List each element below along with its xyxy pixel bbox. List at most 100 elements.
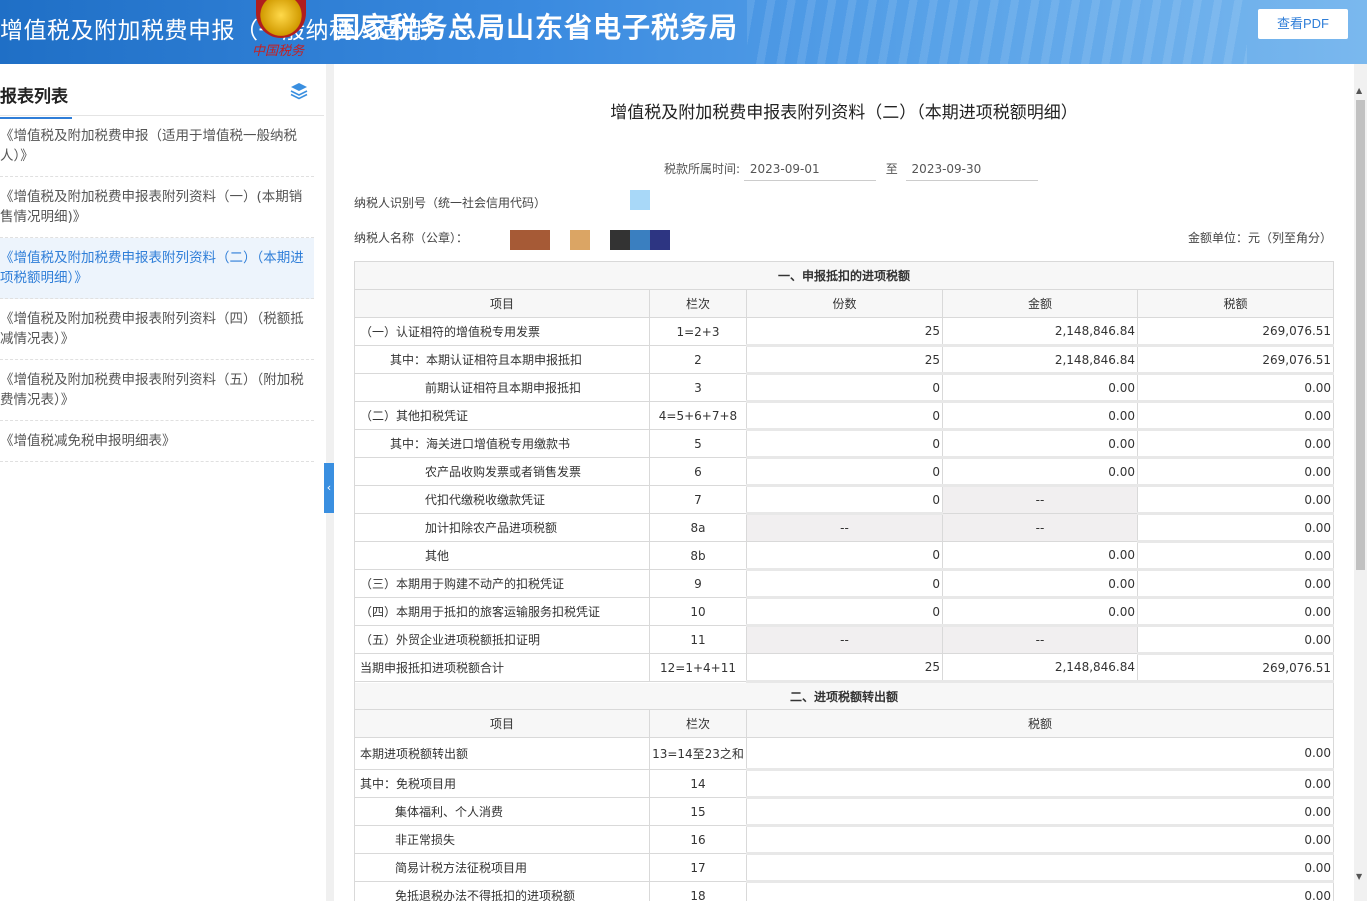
amount-cell[interactable]: 0.00	[942, 401, 1138, 431]
count-cell[interactable]: 0	[746, 373, 943, 403]
amount-cell[interactable]: 0.00	[942, 373, 1138, 403]
table-row: 集体福利、个人消费 15 0.00	[354, 797, 1335, 827]
tax-cell[interactable]: 269,076.51	[1136, 317, 1335, 347]
row-column-no: 13=14至23之和	[649, 737, 747, 770]
row-label: （五）外贸企业进项税额抵扣证明	[354, 625, 650, 654]
tax-cell[interactable]: 0.00	[745, 825, 1335, 855]
tax-cell[interactable]: 269,076.51	[1136, 653, 1335, 683]
report-content: 增值税及附加税费申报表附列资料（二）（本期进项税额明细） 税款所属时间: 202…	[334, 64, 1354, 901]
row-label: （二）其他扣税凭证	[354, 401, 650, 430]
sidebar-item-schedule-5[interactable]: 《增值税及附加税费申报表附列资料（五）（附加税费情况表）》	[0, 360, 314, 421]
amount-cell[interactable]: 0.00	[942, 457, 1138, 487]
row-column-no: 17	[649, 853, 747, 882]
tax-cell[interactable]: 0.00	[745, 881, 1335, 901]
count-cell: --	[746, 625, 943, 654]
row-column-no: 7	[649, 485, 747, 514]
sidebar-item-schedule-1[interactable]: 《增值税及附加税费申报表附列资料（一）(本期销售情况明细)》	[0, 177, 314, 238]
table-row: 其他 8b 0 0.00 0.00	[354, 541, 1335, 571]
sidebar-title: 报表列表	[0, 82, 72, 119]
table-row: 简易计税方法征税项目用 17 0.00	[354, 853, 1335, 883]
amount-cell: --	[942, 625, 1138, 654]
tax-cell[interactable]: 0.00	[1136, 429, 1335, 459]
table-row: （一）认证相符的增值税专用发票 1=2+3 25 2,148,846.84 269,07…	[354, 317, 1335, 347]
count-cell[interactable]: 0	[746, 597, 943, 627]
tax-period: 税款所属时间: 2023-09-01 至 2023-09-30	[664, 160, 1038, 181]
vertical-scrollbar[interactable]: ▲ ▼	[1354, 64, 1367, 901]
table-row: 代扣代缴税收缴款凭证 7 0 -- 0.00	[354, 485, 1335, 515]
count-cell[interactable]: 0	[746, 429, 943, 459]
count-cell[interactable]: 0	[746, 541, 943, 571]
row-column-no: 18	[649, 881, 747, 901]
count-cell[interactable]: 0	[746, 457, 943, 487]
scrollbar-thumb[interactable]	[1356, 100, 1365, 570]
great-wall-background	[747, 0, 1247, 64]
amount-cell[interactable]: 0.00	[942, 541, 1138, 571]
row-label: 免抵退税办法不得抵扣的进项税额	[354, 881, 650, 901]
redacted-taxpayer-id	[630, 190, 650, 210]
count-cell[interactable]: 25	[746, 345, 943, 375]
amount-cell: --	[942, 485, 1138, 514]
sidebar-item-main-return[interactable]: 《增值税及附加税费申报（适用于增值税一般纳税人）》	[0, 116, 314, 177]
table-row: 其中：免税项目用 14 0.00	[354, 769, 1335, 799]
sidebar-item-schedule-4[interactable]: 《增值税及附加税费申报表附列资料（四）（税额抵减情况表）》	[0, 299, 314, 360]
redacted-name-part	[570, 230, 590, 250]
table-row: 项目 栏次 税额	[354, 709, 1335, 738]
period-end-field[interactable]: 2023-09-30	[905, 162, 1038, 181]
amount-cell[interactable]: 0.00	[942, 597, 1138, 627]
tax-cell[interactable]: 0.00	[1136, 485, 1335, 515]
taxpayer-id-label: 纳税人识别号（统一社会信用代码）	[354, 196, 547, 210]
row-label: 其他	[354, 541, 650, 570]
tax-cell[interactable]: 0.00	[1136, 457, 1335, 487]
table-row: 非正常损失 16 0.00	[354, 825, 1335, 855]
table-row: 一、申报抵扣的进项税额	[353, 261, 1335, 290]
count-cell[interactable]: 0	[746, 401, 943, 431]
row-label: 本期进项税额转出额	[354, 737, 650, 770]
amount-cell[interactable]: 0.00	[942, 569, 1138, 599]
period-separator: 至	[885, 162, 898, 176]
input-tax-table: 一、申报抵扣的进项税额 项目 栏次 份数 金额 税额 （一）认证相符的增值税专用发票 1=2+…	[353, 261, 1335, 901]
table-row: （三）本期用于购建不动产的扣税凭证 9 0 0.00 0.00	[354, 569, 1335, 599]
tax-cell[interactable]: 0.00	[745, 853, 1335, 883]
row-column-no: 3	[649, 373, 747, 402]
layers-icon[interactable]	[290, 82, 308, 100]
tax-cell[interactable]: 0.00	[745, 769, 1335, 799]
count-cell[interactable]: 25	[746, 653, 943, 683]
tax-cell[interactable]: 0.00	[1136, 373, 1335, 403]
count-cell[interactable]: 0	[746, 485, 943, 515]
period-start-field[interactable]: 2023-09-01	[743, 162, 876, 181]
scroll-down-icon[interactable]: ▼	[1356, 872, 1362, 881]
row-label: 代扣代缴税收缴款凭证	[354, 485, 650, 514]
row-column-no: 15	[649, 797, 747, 826]
tax-cell[interactable]: 269,076.51	[1136, 345, 1335, 375]
row-column-no: 1=2+3	[649, 317, 747, 346]
tax-cell[interactable]: 0.00	[745, 797, 1335, 827]
amount-cell[interactable]: 0.00	[942, 429, 1138, 459]
tax-cell[interactable]: 0.00	[1136, 401, 1335, 431]
view-pdf-button[interactable]: 查看PDF	[1258, 9, 1348, 39]
tax-cell[interactable]: 0.00	[1136, 625, 1335, 655]
count-cell[interactable]: 25	[746, 317, 943, 347]
collapse-sidebar-button[interactable]: ‹	[324, 463, 334, 513]
sidebar-item-exemption[interactable]: 《增值税减免税申报明细表》	[0, 421, 314, 462]
table-row: 本期进项税额转出额 13=14至23之和 0.00	[354, 737, 1335, 771]
row-label: 农产品收购发票或者销售发票	[354, 457, 650, 486]
period-label: 税款所属时间:	[664, 162, 741, 176]
section-title: 二、进项税额转出额	[353, 681, 1335, 710]
amount-cell[interactable]: 2,148,846.84	[942, 653, 1138, 683]
tax-cell[interactable]: 0.00	[1136, 569, 1335, 599]
row-label: （三）本期用于购建不动产的扣税凭证	[354, 569, 650, 598]
table-row: （四）本期用于抵扣的旅客运输服务扣税凭证 10 0 0.00 0.00	[354, 597, 1335, 627]
page-title: 增值税及附加税费申报表附列资料（二）（本期进项税额明细）	[610, 103, 1078, 123]
tax-cell[interactable]: 0.00	[1136, 513, 1335, 543]
tax-cell[interactable]: 0.00	[1136, 597, 1335, 627]
count-cell[interactable]: 0	[746, 569, 943, 599]
row-label: 其中：海关进口增值税专用缴款书	[354, 429, 650, 458]
emblem-icon	[256, 0, 306, 38]
amount-cell[interactable]: 2,148,846.84	[942, 317, 1138, 347]
row-column-no: 14	[649, 769, 747, 798]
tax-cell[interactable]: 0.00	[1136, 541, 1335, 571]
tax-cell[interactable]: 0.00	[745, 737, 1335, 771]
scroll-up-icon[interactable]: ▲	[1356, 86, 1362, 95]
sidebar-item-schedule-2[interactable]: 《增值税及附加税费申报表附列资料（二）（本期进项税额明细）》	[0, 238, 314, 299]
amount-cell[interactable]: 2,148,846.84	[942, 345, 1138, 375]
